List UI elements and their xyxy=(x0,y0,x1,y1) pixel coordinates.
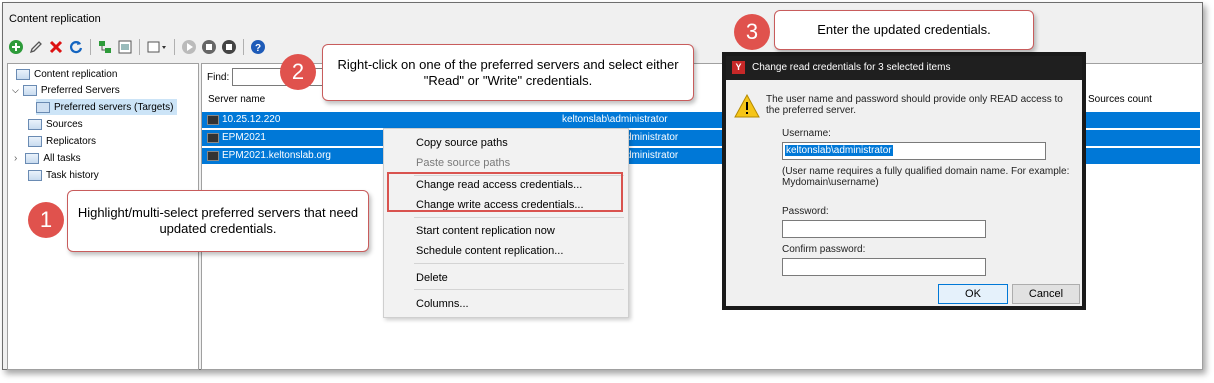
app-icon: Y xyxy=(732,61,745,74)
toolbar: ? xyxy=(7,37,267,57)
edit-icon[interactable] xyxy=(27,38,45,56)
menu-item-start-replication[interactable]: Start content replication now xyxy=(416,225,555,237)
dialog-title: Change read credentials for 3 selected i… xyxy=(752,62,951,73)
chevron-right-icon[interactable]: › xyxy=(14,153,17,164)
tree-item-sources[interactable]: Sources xyxy=(28,116,83,132)
svg-text:?: ? xyxy=(255,43,261,54)
window-title: Content replication xyxy=(9,13,101,25)
column-header-sources-count[interactable]: Sources count xyxy=(1088,94,1152,105)
credentials-dialog: Y Change read credentials for 3 selected… xyxy=(722,52,1086,310)
server-icon xyxy=(207,151,219,161)
ok-button[interactable]: OK xyxy=(938,284,1008,304)
highlight-box xyxy=(387,172,623,212)
server-icon xyxy=(207,133,219,143)
username-value: keltonslab\administrator xyxy=(785,145,893,156)
confirm-password-label: Confirm password: xyxy=(782,244,866,255)
stop-icon[interactable] xyxy=(200,38,218,56)
start-icon[interactable] xyxy=(180,38,198,56)
network-icon[interactable] xyxy=(96,38,114,56)
help-icon[interactable]: ? xyxy=(249,38,267,56)
folder-icon xyxy=(25,152,40,164)
cancel-button[interactable]: Cancel xyxy=(1012,284,1080,304)
tree-item-replicators[interactable]: Replicators xyxy=(28,133,96,149)
properties-icon[interactable] xyxy=(116,38,134,56)
toolbar-separator xyxy=(90,39,91,55)
context-menu: Copy source paths Paste source paths Cha… xyxy=(383,128,629,318)
server-icon xyxy=(207,115,219,125)
menu-separator xyxy=(414,217,624,218)
tree-item-all-tasks[interactable]: › All tasks xyxy=(14,150,81,166)
menu-separator xyxy=(414,263,624,264)
warning-icon xyxy=(734,93,760,121)
password-input[interactable] xyxy=(782,220,986,238)
callout-step-3: Enter the updated credentials. xyxy=(774,10,1034,50)
password-label: Password: xyxy=(782,206,829,217)
callout-step-1: Highlight/multi-select preferred servers… xyxy=(67,190,369,252)
delete-icon[interactable] xyxy=(47,38,65,56)
folder-icon xyxy=(16,68,30,80)
callout-step-2: Right-click on one of the preferred serv… xyxy=(322,44,694,101)
record-icon[interactable] xyxy=(220,38,238,56)
folder-icon xyxy=(22,84,37,96)
step-badge-1: 1 xyxy=(28,202,64,238)
dialog-message: The user name and password should provid… xyxy=(766,94,1063,116)
folder-icon xyxy=(28,135,42,147)
username-hint: (User name requires a fully qualified do… xyxy=(782,166,1070,188)
menu-item-columns[interactable]: Columns... xyxy=(416,298,469,310)
dialog-title-bar: Y Change read credentials for 3 selected… xyxy=(726,56,1082,80)
username-label: Username: xyxy=(782,128,831,139)
tree-item-task-history[interactable]: Task history xyxy=(28,167,99,183)
tree-item-content-replication[interactable]: Content replication xyxy=(16,66,117,82)
add-icon[interactable] xyxy=(7,38,25,56)
menu-item-paste-source-paths[interactable]: Paste source paths xyxy=(416,157,510,169)
toolbar-separator xyxy=(174,39,175,55)
confirm-password-input[interactable] xyxy=(782,258,986,276)
folder-icon xyxy=(28,118,42,130)
chevron-down-icon[interactable]: ⌵ xyxy=(12,85,19,96)
tree-item-preferred-servers[interactable]: ⌵ Preferred Servers xyxy=(12,82,120,98)
tree-item-preferred-servers-targets[interactable]: Preferred servers (Targets) xyxy=(36,99,178,115)
refresh-icon[interactable] xyxy=(67,38,85,56)
username-input[interactable]: keltonslab\administrator xyxy=(782,142,1046,160)
step-badge-2: 2 xyxy=(280,54,316,90)
menu-item-copy-source-paths[interactable]: Copy source paths xyxy=(416,137,508,149)
folder-icon xyxy=(28,169,42,181)
menu-item-schedule-replication[interactable]: Schedule content replication... xyxy=(416,245,563,257)
toolbar-separator xyxy=(139,39,140,55)
folder-icon xyxy=(36,101,50,113)
find-label: Find: xyxy=(207,72,230,83)
view-dropdown-icon[interactable] xyxy=(145,38,169,56)
menu-item-delete[interactable]: Delete xyxy=(416,272,448,284)
toolbar-separator xyxy=(243,39,244,55)
step-badge-3: 3 xyxy=(734,14,770,50)
menu-separator xyxy=(414,289,624,290)
column-header-server-name[interactable]: Server name xyxy=(208,94,265,105)
